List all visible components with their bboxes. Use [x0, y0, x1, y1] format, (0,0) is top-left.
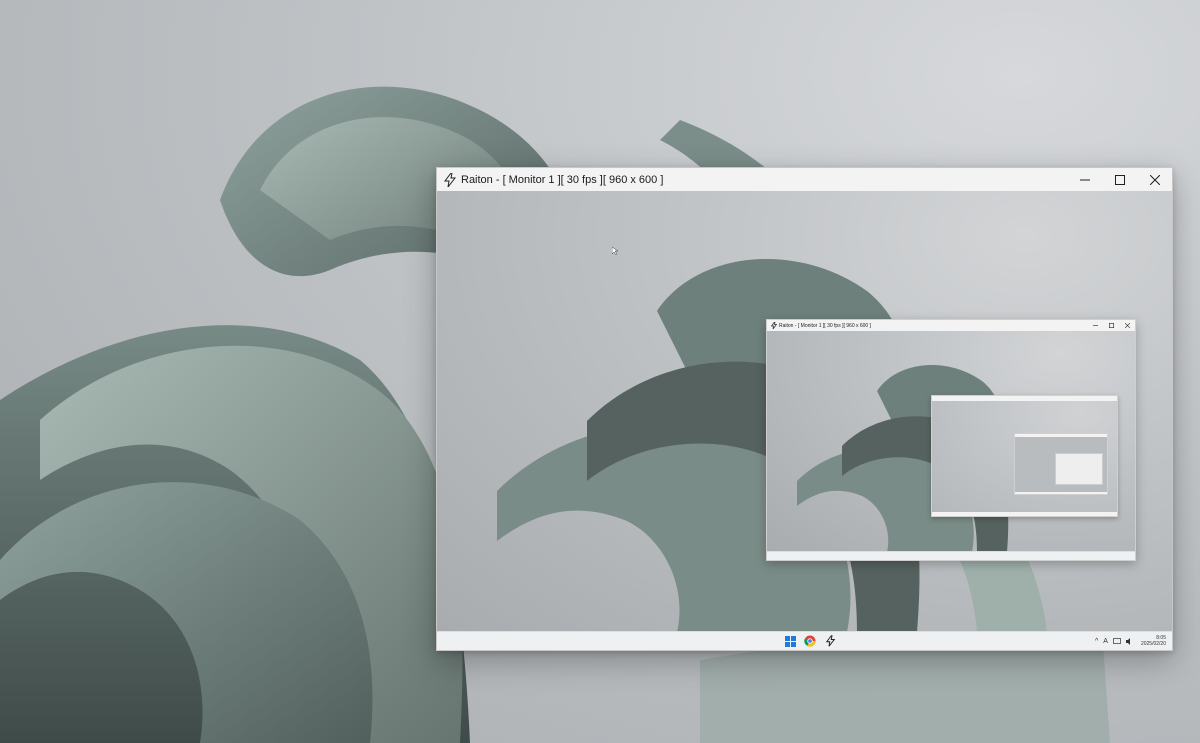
remote-taskbar: ^ A 8:05 2025/02/20: [437, 631, 1172, 650]
desktop: Raiton - [ Monitor 1 ][ 30 fps ][ 960 x …: [0, 0, 1200, 743]
maximize-icon: [1114, 174, 1125, 185]
maximize-button[interactable]: [1102, 168, 1137, 191]
clock[interactable]: 8:05 2025/02/20: [1141, 635, 1166, 647]
close-icon: [1149, 174, 1160, 185]
remote-screen-view[interactable]: Raiton - [ Monitor 1 ][ 30 fps ][ 960 x …: [437, 191, 1172, 632]
nested-minimize-icon: [1087, 320, 1103, 331]
title-bar[interactable]: Raiton - [ Monitor 1 ][ 30 fps ][ 960 x …: [437, 168, 1172, 191]
raiton-window[interactable]: Raiton - [ Monitor 1 ][ 30 fps ][ 960 x …: [436, 167, 1173, 651]
nested-title-bar: Raiton - [ Monitor 1 ][ 30 fps ][ 960 x …: [767, 320, 1135, 331]
windows-start-icon[interactable]: [782, 633, 798, 649]
caption-buttons: [1067, 168, 1172, 191]
nested-window-title: Raiton - [ Monitor 1 ][ 30 fps ][ 960 x …: [779, 322, 871, 329]
mouse-cursor: [612, 247, 618, 255]
lightning-icon: [439, 168, 461, 191]
tray-chevron[interactable]: ^: [1095, 638, 1098, 645]
nested-close-icon: [1119, 320, 1135, 331]
nested-window-level-4: [1055, 453, 1103, 485]
nested-screen-view: [767, 331, 1135, 552]
nested-taskbar: [767, 551, 1135, 560]
chrome-icon[interactable]: [802, 633, 818, 649]
minimize-button[interactable]: [1067, 168, 1102, 191]
nested-maximize-icon: [1103, 320, 1119, 331]
taskbar-apps: [782, 633, 838, 649]
close-button[interactable]: [1137, 168, 1172, 191]
ime-indicator[interactable]: A: [1103, 638, 1108, 645]
raiton-lightning-icon[interactable]: [822, 633, 838, 649]
system-tray: ^ A 8:05 2025/02/20: [1095, 632, 1166, 650]
nested-window-level-2: [931, 395, 1118, 517]
nested-window-level-3: [1014, 433, 1108, 495]
nested-lightning-icon: [769, 320, 779, 331]
network-icon[interactable]: [1113, 632, 1121, 650]
nested-caption-buttons: [1087, 320, 1135, 331]
clock-date: 2025/02/20: [1140, 641, 1166, 647]
minimize-icon: [1079, 179, 1090, 180]
nested-raiton-window: Raiton - [ Monitor 1 ][ 30 fps ][ 960 x …: [766, 319, 1136, 561]
volume-icon[interactable]: [1125, 632, 1134, 650]
window-title: Raiton - [ Monitor 1 ][ 30 fps ][ 960 x …: [461, 173, 664, 186]
